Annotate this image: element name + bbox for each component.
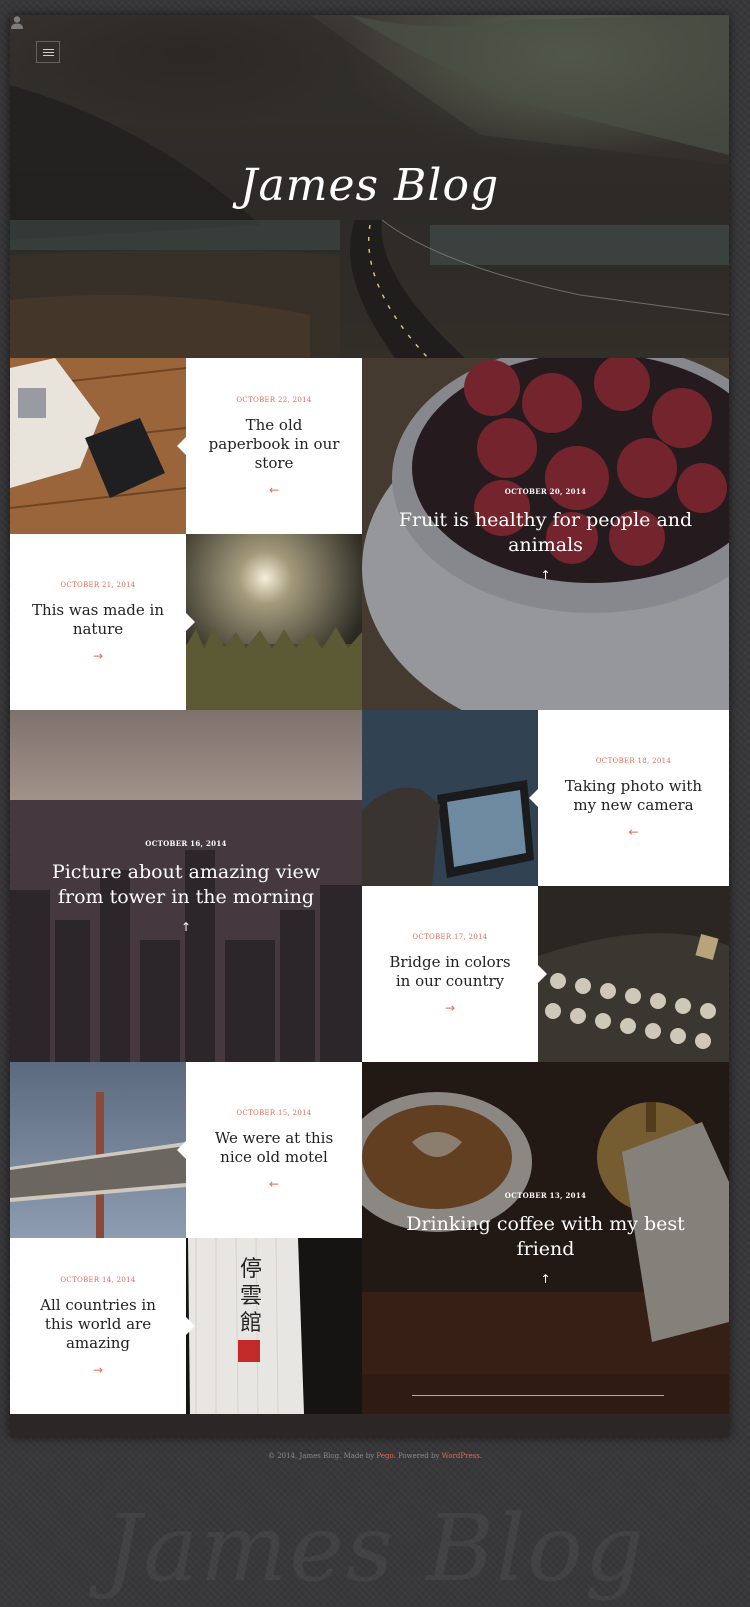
arrow-left-icon[interactable]: ← bbox=[269, 1177, 279, 1191]
arrow-right-icon[interactable]: → bbox=[93, 1363, 103, 1377]
post-title[interactable]: This was made in nature bbox=[30, 601, 166, 639]
post-date: OCTOBER 21, 2014 bbox=[60, 581, 136, 589]
hero-header: James Blog bbox=[10, 15, 729, 358]
post-card-countries[interactable]: OCTOBER 14, 2014 All countries in this w… bbox=[10, 1238, 195, 1414]
post-image-typewriter[interactable] bbox=[538, 886, 729, 1062]
post-title[interactable]: The old paperbook in our store bbox=[206, 416, 342, 473]
arrow-right-icon[interactable]: → bbox=[93, 649, 103, 663]
post-date: OCTOBER 20, 2014 bbox=[504, 486, 587, 496]
post-image-lantern[interactable]: 停雲館 bbox=[186, 1238, 362, 1414]
arrow-left-icon[interactable]: ← bbox=[269, 483, 279, 497]
post-feature-coffee[interactable]: OCTOBER 13, 2014 Drinking coffee with my… bbox=[362, 1062, 729, 1414]
user-icon[interactable] bbox=[10, 15, 24, 29]
post-card-camera[interactable]: OCTOBER 18, 2014 Taking photo with my ne… bbox=[529, 710, 729, 886]
post-date: OCTOBER 18, 2014 bbox=[595, 757, 672, 765]
post-image-paperbook[interactable] bbox=[10, 358, 186, 534]
post-feature-city[interactable]: OCTOBER 16, 2014 Picture about amazing v… bbox=[10, 710, 362, 1062]
arrow-left-icon[interactable]: ← bbox=[628, 825, 638, 839]
post-feature-fruit[interactable]: OCTOBER 20, 2014 Fruit is healthy for pe… bbox=[362, 358, 729, 710]
post-title[interactable]: Picture about amazing view from tower in… bbox=[40, 860, 332, 910]
footer-text: . Powered by bbox=[393, 1452, 442, 1460]
footer-platform-link[interactable]: WordPress bbox=[442, 1452, 480, 1460]
watermark-logo: James Blog bbox=[104, 1495, 646, 1602]
post-date: OCTOBER 22, 2014 bbox=[236, 395, 312, 404]
post-card-motel[interactable]: OCTOBER 15, 2014 We were at this nice ol… bbox=[177, 1062, 362, 1238]
menu-button[interactable] bbox=[36, 41, 60, 63]
arrow-right-icon[interactable]: → bbox=[445, 1001, 455, 1015]
post-date: OCTOBER 15, 2014 bbox=[236, 1109, 312, 1117]
post-image-motel[interactable] bbox=[10, 1062, 186, 1238]
post-title[interactable]: Bridge in colors in our country bbox=[382, 953, 518, 991]
arrow-up-icon[interactable]: ↑ bbox=[540, 568, 550, 582]
post-title[interactable]: Taking photo with my new camera bbox=[558, 777, 709, 815]
footer-maker-link[interactable]: Pego bbox=[376, 1452, 393, 1460]
post-card-paperbook[interactable]: OCTOBER 22, 2014 The old paperbook in ou… bbox=[177, 358, 362, 534]
post-title[interactable]: We were at this nice old motel bbox=[206, 1129, 342, 1167]
post-image-nature[interactable] bbox=[186, 534, 362, 710]
post-image-camera[interactable] bbox=[362, 710, 538, 886]
arrow-up-icon[interactable]: ↑ bbox=[540, 1272, 550, 1286]
post-date: OCTOBER 17, 2014 bbox=[412, 933, 488, 941]
arrow-up-icon[interactable]: ↑ bbox=[181, 920, 191, 934]
lantern-text: 停雲館 bbox=[239, 1257, 262, 1336]
post-card-bridge[interactable]: OCTOBER 17, 2014 Bridge in colors in our… bbox=[362, 886, 547, 1062]
post-date: OCTOBER 13, 2014 bbox=[504, 1190, 587, 1200]
site-title[interactable]: James Blog bbox=[10, 160, 729, 211]
post-date: OCTOBER 14, 2014 bbox=[60, 1275, 136, 1284]
page-container: James Blog OCTOBER 22, 2014 The old pape… bbox=[10, 15, 729, 1437]
footer-text: . bbox=[479, 1452, 483, 1460]
post-card-nature[interactable]: OCTOBER 21, 2014 This was made in nature… bbox=[10, 534, 195, 710]
footer-text: © 2014, James Blog. Made by bbox=[267, 1452, 377, 1460]
footer: © 2014, James Blog. Made by Pego. Powere… bbox=[0, 1452, 750, 1460]
post-title[interactable]: Drinking coffee with my best friend bbox=[392, 1212, 699, 1262]
post-title[interactable]: All countries in this world are amazing bbox=[30, 1296, 166, 1353]
post-title[interactable]: Fruit is healthy for people and animals bbox=[392, 508, 699, 558]
post-date: OCTOBER 16, 2014 bbox=[145, 838, 227, 848]
